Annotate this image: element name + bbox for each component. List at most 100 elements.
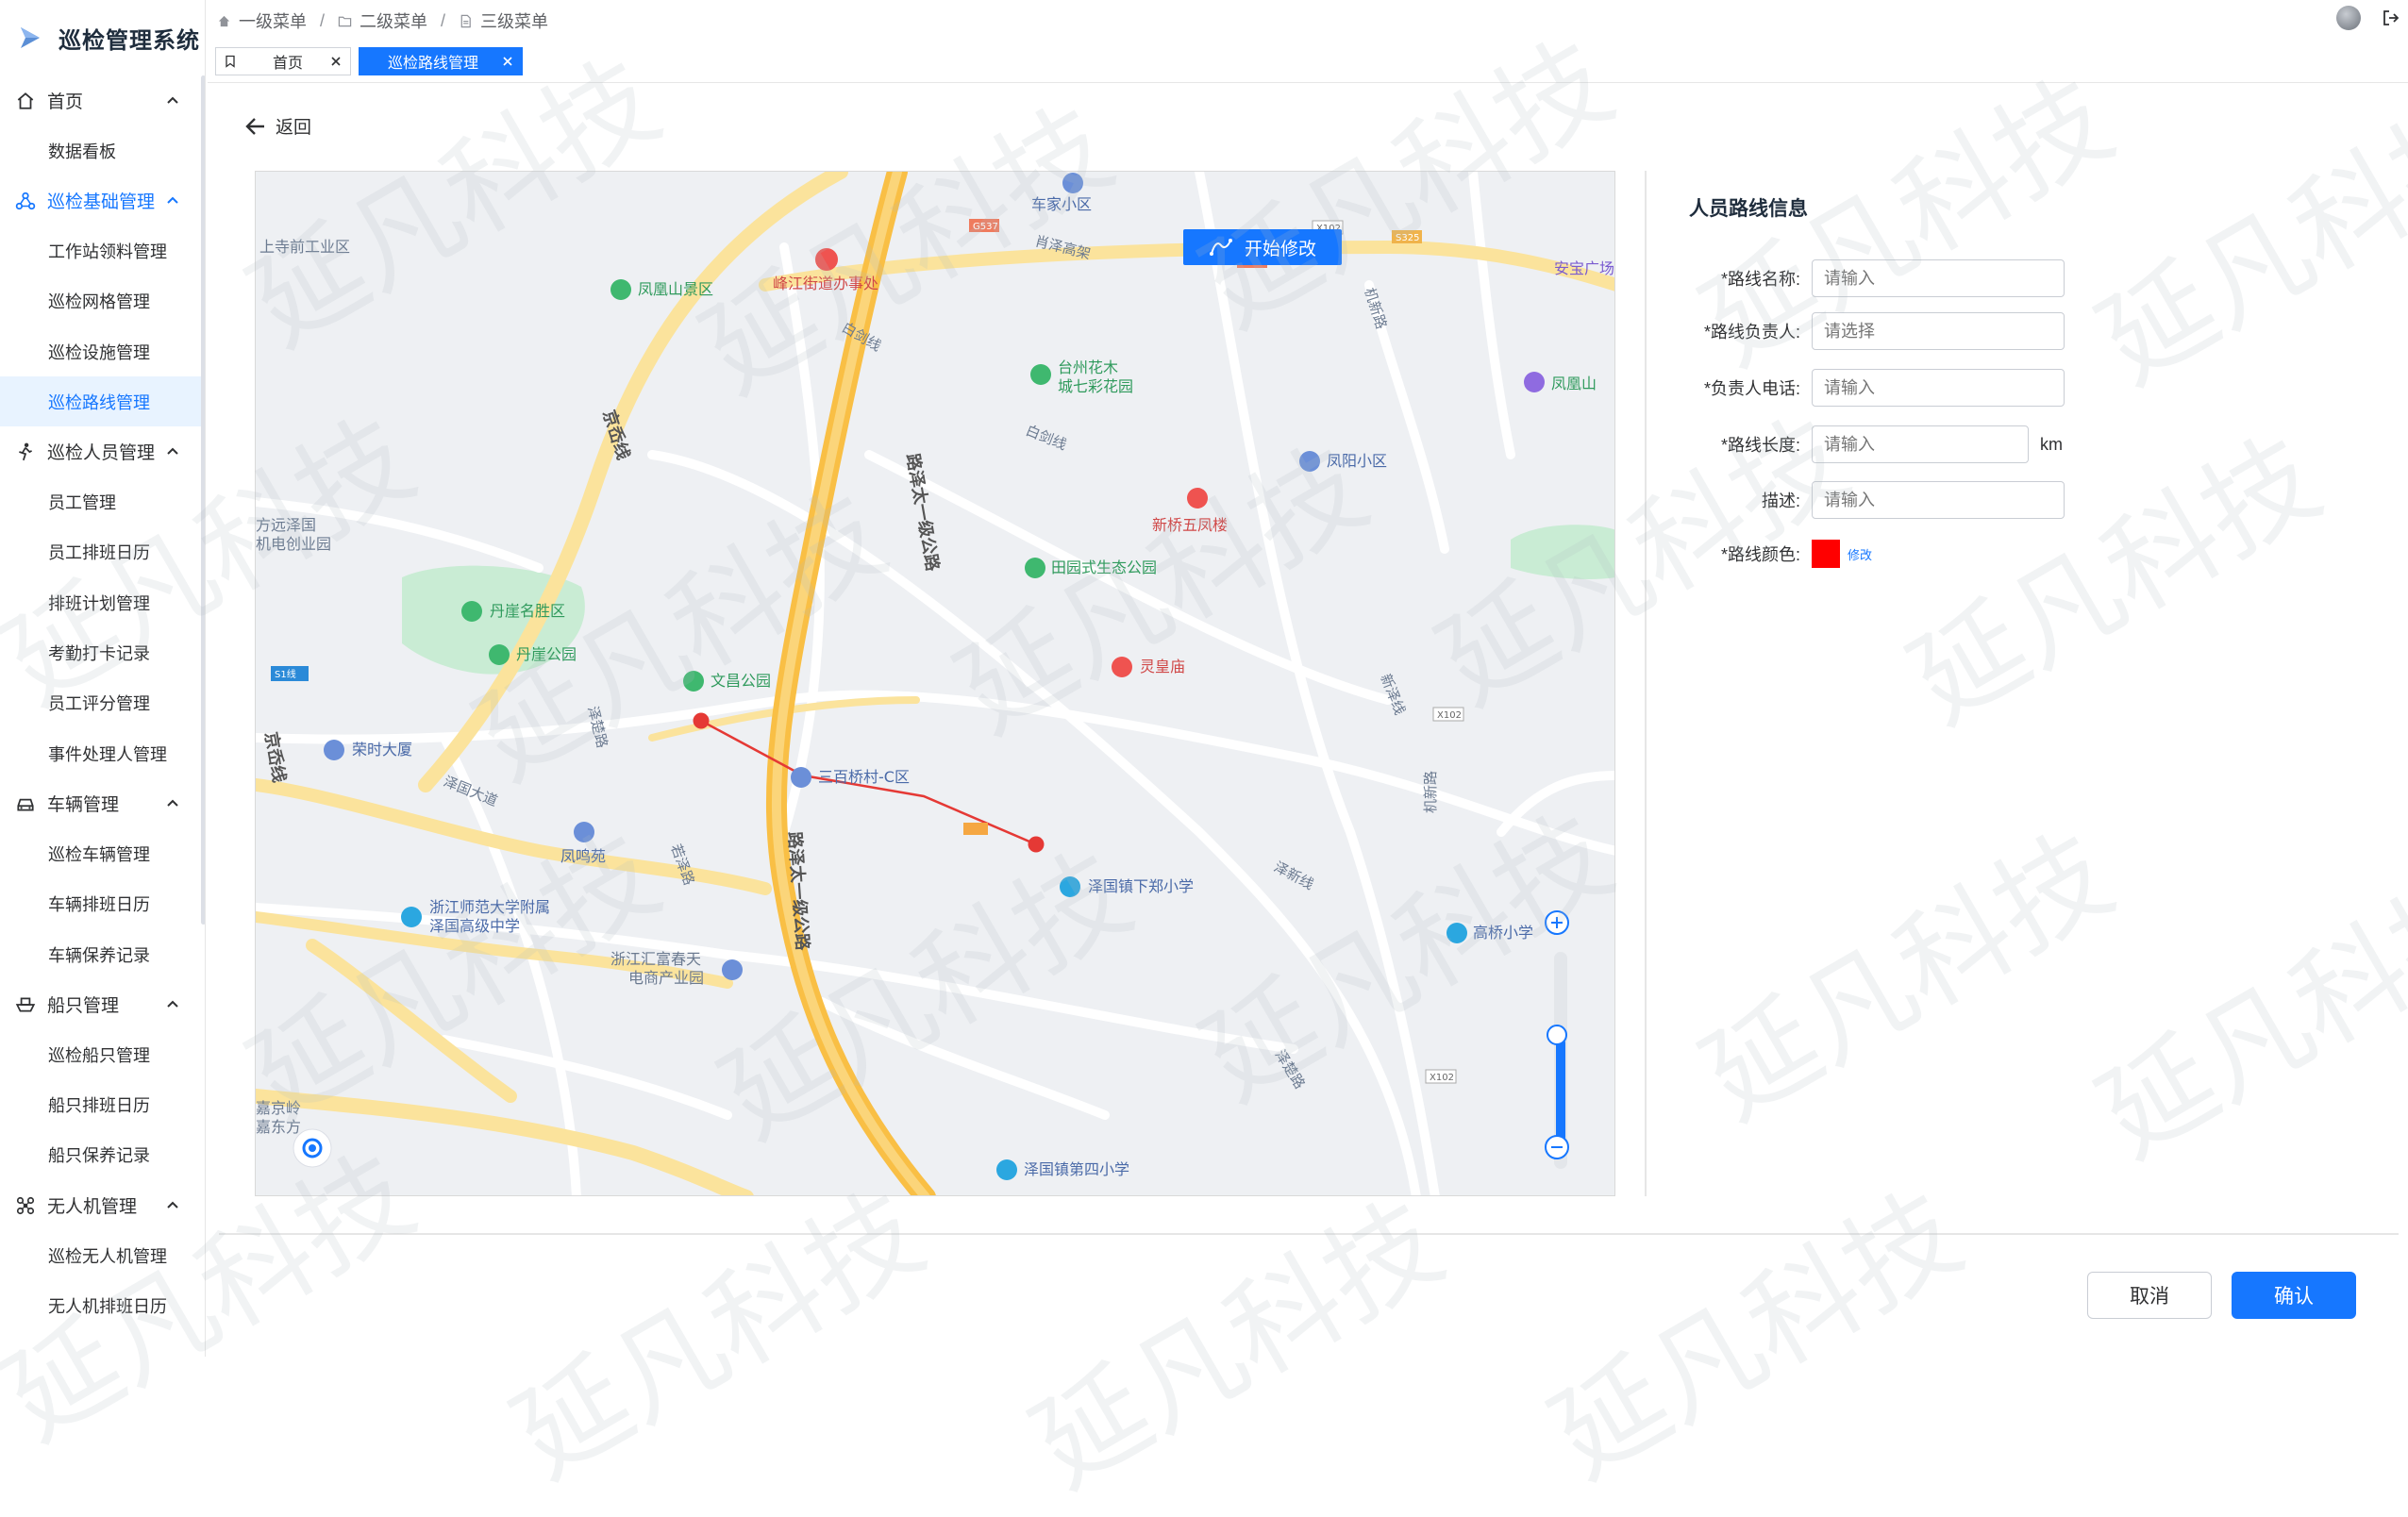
road-shield: G537 [973,222,998,232]
ship-icon [15,994,36,1015]
close-icon[interactable] [501,55,514,68]
sidebar-item-4-2[interactable]: 船只保养记录 [0,1130,205,1180]
close-icon[interactable] [329,55,343,68]
watermark-text: 延凡科技 [493,1166,945,1503]
sidebar-item-1-3[interactable]: 巡检路线管理 [0,376,205,427]
map-label: 凤凰山景区 [638,280,713,298]
map-label: 嘉东方 [256,1118,301,1136]
owner-phone-input[interactable] [1812,369,2065,407]
breadcrumb-label: 二级菜单 [360,12,428,31]
map-canvas: 车家小区 上寺前工业区 凤凰山景区 峰江街道办事处 安宝广场 凤凰山 台州花木 … [256,172,1614,1195]
home-icon [15,91,36,111]
sidebar-scrollbar[interactable] [201,75,205,925]
route-length-label: *路线长度: [1720,436,1800,455]
map-label: 嘉京岭 [256,1099,301,1117]
route-form: 人员路线信息 [1689,193,1808,250]
map-label: 台州花木 [1058,358,1118,376]
sidebar-group-5[interactable]: 无人机管理 [0,1180,205,1230]
map-label: 新桥五凤楼 [1152,516,1228,534]
description-input[interactable] [1812,481,2065,519]
header: 一级菜单 / 二级菜单 / 三级菜单 首页 巡检路线管理 [208,0,2408,83]
map-label: 凤鸣苑 [560,847,606,865]
cancel-button[interactable]: 取消 [2087,1272,2212,1319]
sidebar-group-3[interactable]: 车辆管理 [0,778,205,828]
sidebar-group-1[interactable]: 巡检基础管理 [0,175,205,225]
map-label: 凤凰山 [1551,375,1597,392]
back-label: 返回 [276,118,312,138]
map-label: 安宝广场 [1554,259,1614,277]
sidebar-group-label: 无人机管理 [47,1197,138,1218]
sidebar-item-2-0[interactable]: 员工管理 [0,476,205,526]
person-icon [15,442,36,462]
avatar[interactable] [2336,6,2361,30]
home-icon [218,15,230,26]
map-label: 电商产业园 [628,969,704,987]
sidebar-item-2-5[interactable]: 事件处理人管理 [0,728,205,778]
back-button[interactable]: 返回 [243,113,311,139]
sidebar-group-4[interactable]: 船只管理 [0,979,205,1029]
description-label: 描述: [1761,492,1800,510]
map-label: 高桥小学 [1473,924,1533,942]
sidebar-item-5-0[interactable]: 巡检无人机管理 [0,1230,205,1280]
sidebar-item-1-1[interactable]: 巡检网格管理 [0,276,205,326]
sidebar-item-2-1[interactable]: 员工排班日历 [0,527,205,577]
chevron-up-icon [165,796,180,811]
map-label: 荣时大厦 [352,741,412,758]
route-color-label: *路线颜色: [1720,545,1800,564]
breadcrumb-separator: / [320,10,326,30]
map-label: 上寺前工业区 [259,238,350,256]
network-icon [15,191,36,211]
map-label: 丹崖公园 [516,645,577,663]
map-label: 车家小区 [1031,195,1092,213]
start-edit-button[interactable]: 开始修改 [1183,229,1342,265]
confirm-button[interactable]: 确认 [2232,1272,2356,1319]
map-label: 泽国高级中学 [429,917,520,935]
sidebar-item-2-3[interactable]: 考勤打卡记录 [0,627,205,677]
road-label: 泽楚路 [1272,1047,1309,1092]
map-label: 凤阳小区 [1327,452,1387,470]
sidebar-item-3-1[interactable]: 车辆排班日历 [0,879,205,929]
sidebar-item-4-0[interactable]: 巡检船只管理 [0,1029,205,1079]
tab-route-management[interactable]: 巡检路线管理 [359,47,524,75]
form-title: 人员路线信息 [1689,198,1808,220]
sidebar-item-1-0[interactable]: 工作站领料管理 [0,225,205,275]
map-view[interactable]: 车家小区 上寺前工业区 凤凰山景区 峰江街道办事处 安宝广场 凤凰山 台州花木 … [255,171,1615,1196]
sidebar-item-2-2[interactable]: 排班计划管理 [0,577,205,627]
logout-icon[interactable] [2382,8,2400,27]
sidebar-group-0[interactable]: 首页 [0,75,205,125]
locate-control[interactable] [293,1128,332,1168]
sidebar-item-5-1[interactable]: 无人机排班日历 [0,1280,205,1330]
panel-divider [1645,171,1647,1196]
route-color-swatch[interactable] [1812,540,1840,568]
watermark-text: 延凡科技 [1012,1175,1463,1512]
sidebar-item-3-0[interactable]: 巡检车辆管理 [0,828,205,878]
route-owner-select[interactable] [1812,312,2065,350]
route-color-modify-link[interactable]: 修改 [1848,545,1872,563]
map-label: 峰江街道办事处 [773,275,878,292]
road-label: 路泽太一级公路 [902,452,944,574]
breadcrumb-separator: / [441,10,446,30]
road-shield: X102 [1430,1073,1454,1083]
route-midpoint-marker [963,823,988,835]
chevron-up-icon [165,444,180,459]
breadcrumb-item-2[interactable]: 二级菜单 [338,8,427,33]
sidebar-item-1-2[interactable]: 巡检设施管理 [0,326,205,376]
sidebar-group-label: 船只管理 [47,996,120,1017]
route-name-input[interactable] [1812,259,2065,297]
bookmark-icon [226,55,235,68]
road-shield: S325 [1396,233,1419,243]
sidebar-item-3-2[interactable]: 车辆保养记录 [0,929,205,979]
breadcrumb-item-1[interactable]: 一级菜单 [217,8,307,33]
park-area [1511,525,1614,579]
zoom-control[interactable] [1545,910,1569,1169]
watermark-text: 延凡科技 [2078,845,2408,1182]
tab-home[interactable]: 首页 [215,47,352,75]
sidebar-item-4-1[interactable]: 船只排班日历 [0,1079,205,1129]
sidebar-group-2[interactable]: 巡检人员管理 [0,426,205,476]
route-edit-icon [1209,239,1232,256]
sidebar-item-0-0[interactable]: 数据看板 [0,125,205,175]
route-length-input[interactable] [1812,425,2029,463]
map-label: 丹崖名胜区 [490,602,565,620]
map-label: 泽国镇下郑小学 [1088,877,1194,895]
sidebar-item-2-4[interactable]: 员工评分管理 [0,678,205,728]
